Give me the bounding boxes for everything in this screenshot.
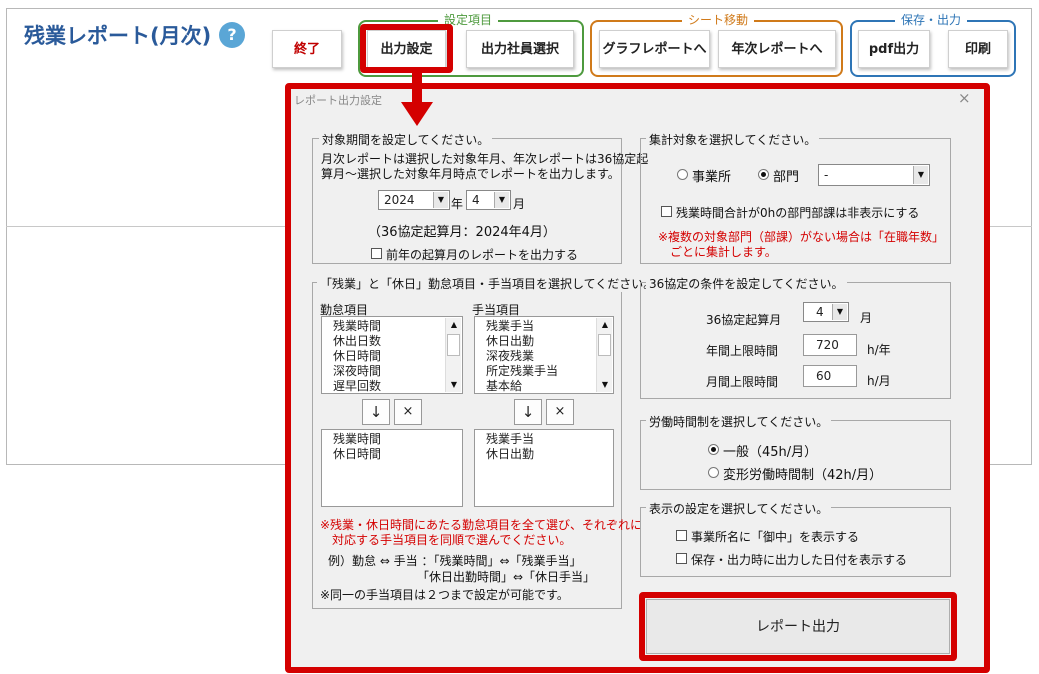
employee-select-button[interactable]: 出力社員選択: [466, 30, 574, 68]
exit-button[interactable]: 終了: [272, 30, 342, 68]
annual-report-button[interactable]: 年次レポートへ: [718, 30, 836, 68]
print-button[interactable]: 印刷: [948, 30, 1008, 68]
cell-gridline: [990, 226, 1032, 227]
highlight-report-output: [639, 592, 957, 661]
highlight-output-settings: [360, 24, 453, 73]
arrow-down-icon: [401, 72, 433, 126]
highlight-dialog: [285, 83, 990, 673]
graph-report-button[interactable]: グラフレポートへ: [599, 30, 710, 68]
help-icon[interactable]: ?: [219, 22, 245, 48]
sheet-nav-group-label: シート移動: [682, 11, 755, 28]
pdf-output-button[interactable]: pdf出力: [858, 30, 930, 68]
save-output-group-label: 保存・出力: [895, 11, 968, 28]
cell-gridline: [6, 226, 288, 227]
sheet-title: 残業レポート(月次): [24, 24, 212, 48]
